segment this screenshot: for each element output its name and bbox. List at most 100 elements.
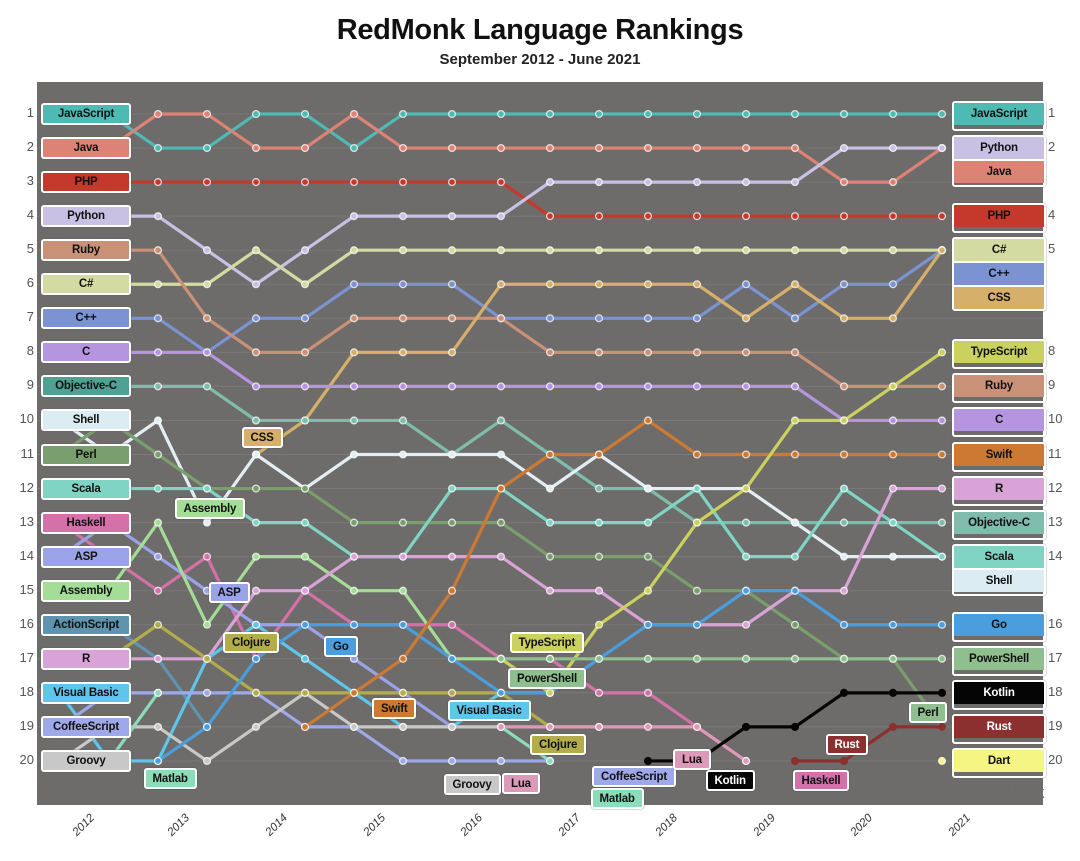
rank-number-right-10: 10 <box>1048 411 1063 427</box>
data-point <box>839 246 849 255</box>
annotation-kotlin-16[interactable]: Kotlin <box>705 770 755 791</box>
data-point <box>643 722 653 731</box>
annotation-clojure-3[interactable]: Clojure <box>223 632 280 653</box>
right-label-python[interactable]: Python <box>954 137 1044 160</box>
left-label-perl[interactable]: Perl <box>41 443 131 466</box>
data-point <box>153 654 163 663</box>
left-label-ruby[interactable]: Ruby <box>41 239 131 262</box>
annotation-matlab-5[interactable]: Matlab <box>143 768 197 789</box>
right-label-kotlin[interactable]: Kotlin <box>954 681 1044 704</box>
right-label-rust[interactable]: Rust <box>954 715 1044 738</box>
left-label-actionscript[interactable]: ActionScript <box>41 613 131 636</box>
annotation-asp-2[interactable]: ASP <box>208 582 250 603</box>
annotation-go-4[interactable]: Go <box>324 636 358 657</box>
data-point <box>349 212 359 221</box>
left-label-assembly[interactable]: Assembly <box>41 579 131 602</box>
annotation-css-0[interactable]: CSS <box>241 427 283 448</box>
left-label-python[interactable]: Python <box>41 205 131 228</box>
data-point <box>594 518 604 527</box>
data-point <box>545 450 555 459</box>
right-label-powershell[interactable]: PowerShell <box>954 647 1044 670</box>
data-point <box>545 314 555 323</box>
left-label-coffeescript[interactable]: CoffeeScript <box>41 715 131 738</box>
data-point <box>545 722 555 731</box>
data-point <box>643 654 653 663</box>
annotation-groovy-11[interactable]: Groovy <box>443 774 501 795</box>
left-label-visual-basic[interactable]: Visual Basic <box>41 681 131 704</box>
data-point <box>447 654 457 663</box>
data-point <box>496 109 506 119</box>
annotation-clojure-10[interactable]: Clojure <box>530 734 587 755</box>
right-label-dart[interactable]: Dart <box>954 749 1044 772</box>
right-label-group-rank-4: PHP <box>952 203 1046 234</box>
data-point <box>888 620 898 629</box>
data-point <box>741 484 751 493</box>
right-label-c[interactable]: C <box>954 409 1044 432</box>
annotation-rust-18[interactable]: Rust <box>825 734 869 755</box>
right-label-php[interactable]: PHP <box>954 205 1044 228</box>
left-label-r[interactable]: R <box>41 647 131 670</box>
plot-canvas <box>37 82 1043 805</box>
rank-number-right-11: 11 <box>1048 445 1062 461</box>
data-point <box>300 484 310 493</box>
data-point <box>790 109 800 119</box>
left-label-c-[interactable]: C# <box>41 273 131 296</box>
annotation-powershell-9[interactable]: PowerShell <box>508 668 586 689</box>
right-label-javascript[interactable]: JavaScript <box>954 103 1044 125</box>
right-label-css[interactable]: CSS <box>954 285 1044 310</box>
data-point <box>937 246 947 255</box>
left-label-shell[interactable]: Shell <box>41 409 131 432</box>
data-point <box>202 722 212 731</box>
data-point <box>741 756 751 765</box>
left-label-haskell[interactable]: Haskell <box>41 511 131 534</box>
left-label-c[interactable]: C <box>41 341 131 364</box>
annotation-matlab-14[interactable]: Matlab <box>590 788 644 809</box>
data-point <box>202 620 212 629</box>
right-label-java[interactable]: Java <box>954 159 1044 184</box>
data-point <box>447 450 457 459</box>
right-label-r[interactable]: R <box>954 477 1044 500</box>
annotation-swift-6[interactable]: Swift <box>372 698 417 719</box>
right-label-ruby[interactable]: Ruby <box>954 375 1044 398</box>
data-point <box>349 552 359 561</box>
annotation-perl-19[interactable]: Perl <box>908 702 948 723</box>
rank-number-right-17: 17 <box>1048 649 1063 665</box>
data-point <box>202 109 212 119</box>
data-point <box>398 722 408 731</box>
right-label-c-[interactable]: C# <box>954 239 1044 262</box>
left-label-php[interactable]: PHP <box>41 171 131 194</box>
left-label-objective-c[interactable]: Objective-C <box>41 375 131 398</box>
right-label-c-[interactable]: C++ <box>954 261 1044 286</box>
data-point <box>300 518 310 527</box>
data-point <box>251 620 261 629</box>
annotation-visual-basic-7[interactable]: Visual Basic <box>447 700 531 721</box>
annotation-lua-15[interactable]: Lua <box>673 749 711 770</box>
right-label-typescript[interactable]: TypeScript <box>954 341 1044 364</box>
left-label-asp[interactable]: ASP <box>41 545 131 568</box>
annotation-typescript-8[interactable]: TypeScript <box>509 632 585 653</box>
right-label-swift[interactable]: Swift <box>954 443 1044 466</box>
data-point <box>496 382 506 391</box>
data-point <box>643 212 653 221</box>
annotation-assembly-1[interactable]: Assembly <box>174 498 246 519</box>
data-point <box>447 484 457 493</box>
data-point <box>692 450 702 459</box>
right-label-objective-c[interactable]: Objective-C <box>954 511 1044 534</box>
annotation-lua-12[interactable]: Lua <box>502 773 540 794</box>
data-point <box>447 246 457 255</box>
right-label-scala[interactable]: Scala <box>954 545 1044 568</box>
data-point <box>594 654 604 663</box>
data-point <box>496 212 506 221</box>
left-label-groovy[interactable]: Groovy <box>41 749 131 772</box>
data-point <box>202 348 212 357</box>
data-point <box>790 178 800 187</box>
right-label-go[interactable]: Go <box>954 613 1044 636</box>
rank-number-right-8: 8 <box>1048 343 1056 359</box>
annotation-coffeescript-13[interactable]: CoffeeScript <box>592 766 676 787</box>
right-label-shell[interactable]: Shell <box>954 567 1044 592</box>
left-label-java[interactable]: Java <box>41 137 131 160</box>
left-label-javascript[interactable]: JavaScript <box>41 103 131 125</box>
left-label-scala[interactable]: Scala <box>41 477 131 500</box>
annotation-haskell-17[interactable]: Haskell <box>792 770 850 791</box>
left-label-c-[interactable]: C++ <box>41 307 131 330</box>
